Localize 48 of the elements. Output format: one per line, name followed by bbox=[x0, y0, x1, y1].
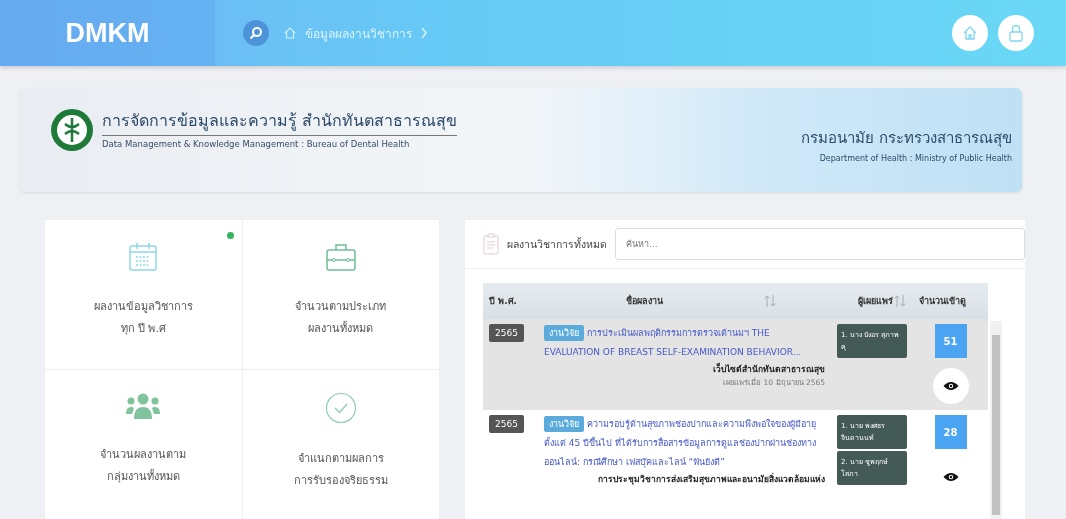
briefcase-icon bbox=[324, 242, 357, 272]
sort-icon[interactable] bbox=[893, 294, 907, 308]
view-button[interactable] bbox=[932, 368, 969, 404]
home-icon bbox=[962, 25, 978, 41]
home-button[interactable] bbox=[952, 15, 988, 51]
year-badge: 2565 bbox=[489, 415, 524, 433]
tile-label: จำนวนผลงานตาม กลุ่มงานทั้งหมด bbox=[100, 447, 187, 485]
chevron-right-icon bbox=[420, 27, 428, 39]
search-field[interactable]: ค้นหา... bbox=[615, 228, 1025, 260]
check-circle-icon bbox=[324, 392, 357, 424]
lock-icon bbox=[1008, 24, 1024, 42]
lock-button[interactable] bbox=[998, 15, 1034, 51]
clipboard-icon bbox=[483, 233, 499, 255]
home-icon[interactable] bbox=[283, 26, 297, 40]
view-count: 28 bbox=[934, 415, 967, 449]
people-icon bbox=[125, 392, 162, 420]
eye-icon bbox=[942, 472, 959, 482]
department-name: กรมอนามัย กระทรวงสาธารณสุข bbox=[801, 128, 1012, 150]
search-button[interactable] bbox=[243, 20, 269, 46]
tile-label: ผลงานข้อมูลวิชาการ ทุก ปี พ.ศ bbox=[93, 299, 193, 337]
menu-tile[interactable]: จำนวนผลงานตาม กลุ่มงานทั้งหมด bbox=[45, 370, 243, 519]
category-tag: งานวิจัย bbox=[544, 416, 584, 432]
menu-tile[interactable]: จำแนกตามผลการ การรับรองจริยธรรม bbox=[242, 370, 440, 519]
column-header[interactable]: ชื่อผลงาน bbox=[538, 294, 831, 308]
column-header: จำนวนเข้าดู bbox=[918, 295, 967, 308]
banner-subtitle: Data Management & Knowledge Management : Bureau of Dental Health bbox=[102, 139, 411, 149]
search-icon bbox=[249, 26, 263, 40]
year-badge: 2565 bbox=[489, 324, 524, 342]
source-text: การประชุมวิชาการส่งเสริมสุขภาพและอนามัยสิ่งแวดล้อมแห่ง bbox=[597, 472, 825, 486]
scrollbar[interactable] bbox=[990, 321, 1002, 519]
menu-tile[interactable]: ผลงานข้อมูลวิชาการ ทุก ปี พ.ศ bbox=[45, 220, 243, 370]
tile-label: จำแนกตามผลการ การรับรองจริยธรรม bbox=[293, 451, 388, 489]
department-subtitle: Department of Health : Ministry of Public Health bbox=[818, 154, 1012, 163]
banner-title: การจัดการข้อมูลและความรู้ สำนักทันตสาธารณสุข bbox=[102, 108, 458, 136]
work-title-link[interactable]: งานวิจัย การประเมินผลพฤติกรรมการตรวจเต้านมฯ THE EVALUATION OF BREAST SELF-EXAMINATION BEHAVIOR... bbox=[544, 324, 825, 362]
eye-icon bbox=[942, 381, 959, 391]
column-header: ปี พ.ศ. bbox=[488, 295, 518, 308]
work-title-link[interactable]: งานวิจัย ความรอบรู้ด้านสุขภาพช่องปากและความพึงพอใจของผู้มีอายุตั้งแต่ 45 ปีขึ้นไป ที่ได้รับการสื่อสารข้อมูลการดูแลช่องปากผ่านช่องทางออนไลน์: กรณีศึกษา เฟสบุ๊คและไลน์ “ฟันยังดี” bbox=[544, 415, 825, 472]
panel-title: ผลงานวิชาการทั้งหมด bbox=[507, 236, 607, 252]
view-count: 51 bbox=[934, 324, 967, 358]
calendar-icon bbox=[128, 242, 159, 272]
tile-label: จำนวนตามประเภท ผลงานทั้งหมด bbox=[295, 299, 387, 337]
source-text: เว็บไซต์สำนักทันตสาธารณสุข bbox=[712, 362, 825, 376]
category-tag: งานวิจัย bbox=[544, 325, 584, 341]
sort-icon[interactable] bbox=[763, 294, 777, 308]
menu-tile[interactable]: จำนวนตามประเภท ผลงานทั้งหมด bbox=[242, 220, 440, 370]
column-header[interactable]: ผู้เผยแพร่ bbox=[831, 294, 913, 308]
emblem-icon bbox=[50, 108, 94, 152]
